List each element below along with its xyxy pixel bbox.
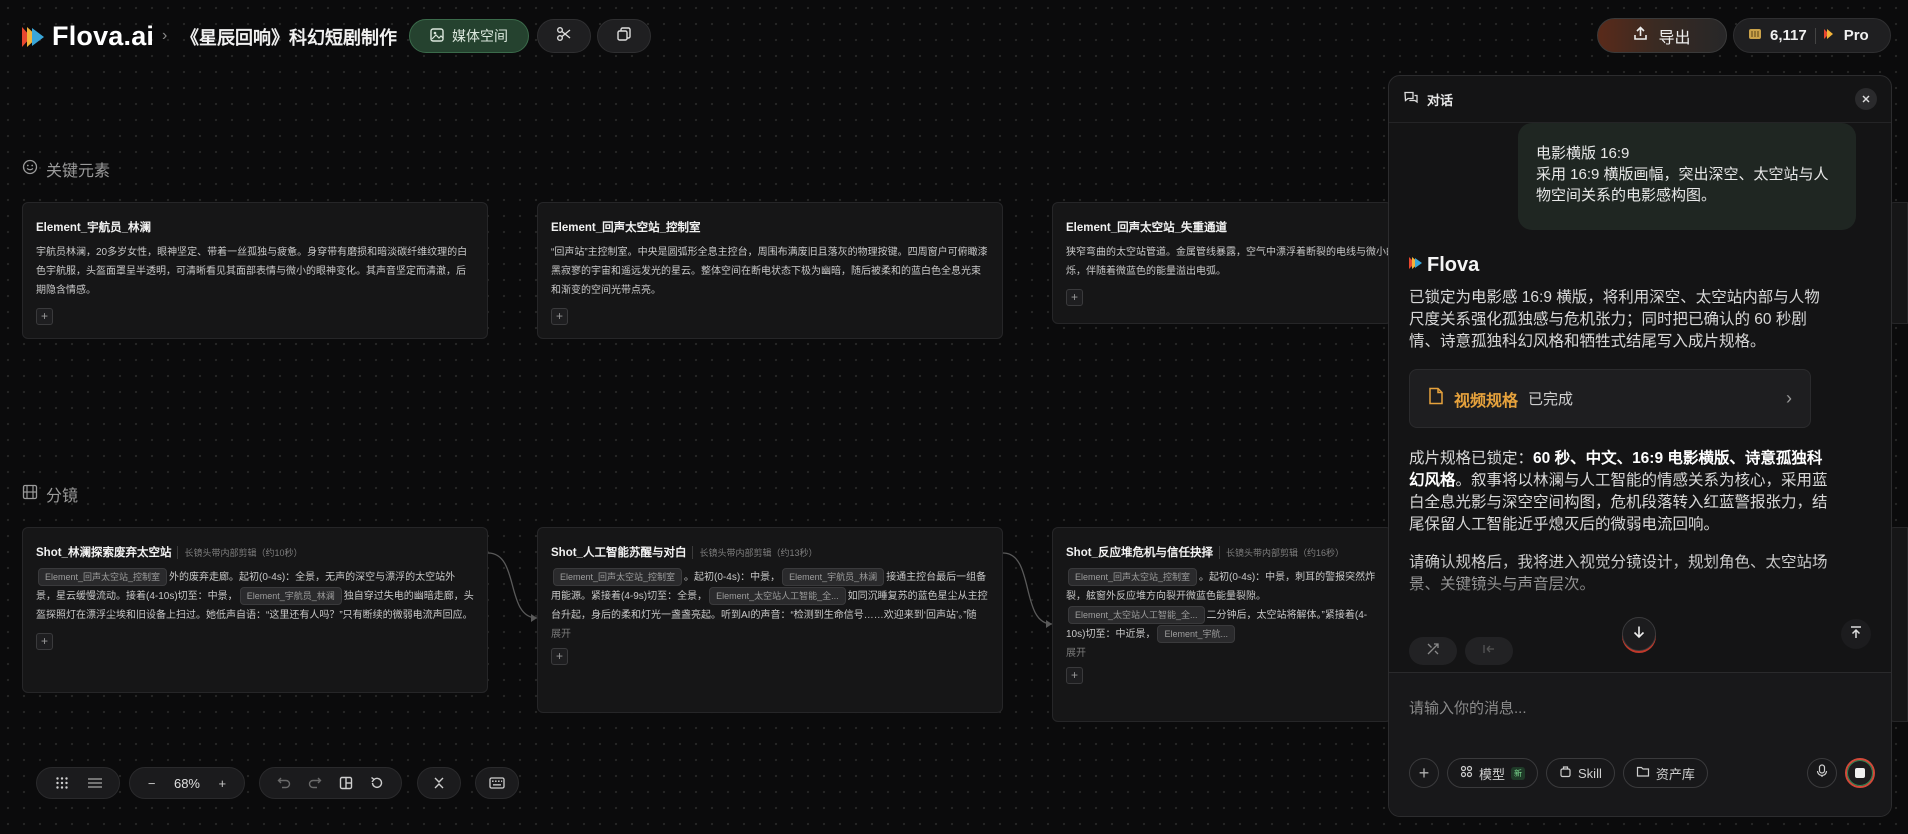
asset-library-label: 资产库 — [1655, 766, 1695, 782]
zoom-controls: − 68% + — [129, 767, 245, 799]
assistant-header: Flova — [1409, 254, 1829, 277]
skill-label: Skill — [1578, 765, 1602, 781]
user-message-body: 采用 16:9 横版画幅，突出深空、太空站与人物空间关系的电影感构图。 — [1536, 166, 1829, 204]
branch-button[interactable] — [1409, 637, 1457, 665]
stop-generation-button[interactable] — [1845, 758, 1875, 788]
message-input[interactable]: 请输入你的消息... — [1409, 697, 1527, 718]
keyboard-group — [475, 767, 519, 799]
redo-icon[interactable] — [303, 771, 327, 795]
element-chip[interactable]: Element_太空站人工智能_全... — [1068, 606, 1205, 625]
expand-link[interactable]: 展开 — [1066, 644, 1378, 659]
stop-icon — [1855, 768, 1865, 778]
expand-link[interactable]: 展开 — [551, 625, 989, 640]
shot-description: Element_回声太空站_控制室 。起初(0-4s)：中景， Element_宇航… — [551, 568, 989, 625]
shot-text: 。起初(0-4s)：中景， — [684, 572, 781, 583]
shot-title: Shot_人工智能苏醒与对白 — [551, 547, 687, 559]
view-toggle-group — [36, 767, 120, 799]
element-chip[interactable]: Element_回声太空站_控制室 — [38, 568, 168, 587]
element-chip[interactable]: Element_宇航员_林澜 — [782, 568, 885, 587]
voice-input-button[interactable] — [1807, 758, 1837, 788]
assistant-paragraph: 已锁定为电影感 16:9 横版，将利用深空、太空站内部与人物尺度关系强化孤独感与… — [1409, 289, 1820, 350]
element-chip[interactable]: Element_宇航... — [1157, 625, 1235, 644]
user-message-title: 电影横版 16:9 — [1536, 145, 1630, 162]
shot-duration: 长镜头带内部剪辑（约10秒） — [177, 545, 302, 559]
history-controls — [259, 767, 402, 799]
zoom-out-button[interactable]: − — [140, 771, 164, 795]
list-view-icon[interactable] — [83, 771, 107, 795]
zoom-level: 68% — [173, 775, 200, 791]
model-selector[interactable]: 模型 新 — [1447, 758, 1539, 788]
branch-icon — [1426, 642, 1440, 661]
assistant-paragraph: 请确认规格后，我将进入视觉分镜设计，规划角色、太空站场景、关键镜头与声音层次。 — [1409, 554, 1828, 593]
close-chat-button[interactable] — [1855, 88, 1877, 110]
element-chip[interactable]: Element_回声太空站_控制室 — [553, 568, 683, 587]
skill-selector[interactable]: Skill — [1546, 758, 1615, 788]
asset-library-selector[interactable]: 资产库 — [1622, 758, 1708, 788]
collapse-icon[interactable] — [427, 771, 451, 795]
layout-icon[interactable] — [334, 771, 358, 795]
zoom-in-button[interactable]: + — [210, 771, 234, 795]
rollback-icon — [1482, 642, 1496, 661]
shot-card-title: Shot_反应堆危机与信任抉择 长镜头带内部剪辑（约16秒） — [1066, 544, 1378, 560]
para2-rest: 。叙事将以林澜与人工智能的情感关系为核心，采用蓝白全息光影与深空空间构图，危机段… — [1409, 472, 1828, 533]
shot-card-title: Shot_林澜探索废弃太空站 长镜头带内部剪辑（约10秒） — [36, 544, 474, 560]
user-message: 电影横版 16:9 采用 16:9 横版画幅，突出深空、太空站与人物空间关系的电… — [1518, 123, 1856, 230]
plus-icon: + — [1418, 762, 1430, 783]
shot-description: Element_回声太空站_控制室 外的废弃走廊。起初(0-4s)：全景，无声的深… — [36, 568, 474, 625]
shot-duration: 长镜头带内部剪辑（约13秒） — [692, 545, 817, 559]
chat-panel: 对话 电影横版 16:9 采用 16:9 横版画幅，突出深空、太空站与人物空间关… — [1388, 75, 1892, 817]
chat-title: 对话 — [1427, 92, 1454, 108]
arrow-down-icon — [1632, 625, 1646, 644]
new-badge: 新 — [1511, 766, 1526, 780]
element-chip[interactable]: Element_太空站人工智能_全... — [709, 587, 846, 606]
chat-input-area: 请输入你的消息... + 模型 新 Skill 资产库 — [1389, 672, 1891, 816]
close-icon — [1861, 92, 1871, 107]
chevron-right-icon: › — [1786, 388, 1792, 408]
refresh-icon[interactable] — [365, 771, 389, 795]
spec-title: 视频规格 — [1454, 392, 1519, 410]
para2-prefix: 成片规格已锁定： — [1409, 450, 1534, 467]
scroll-down-button[interactable] — [1622, 617, 1656, 651]
arrow-top-icon — [1849, 625, 1863, 644]
shot-card-title: Shot_人工智能苏醒与对白 长镜头带内部剪辑（约13秒） — [551, 544, 989, 560]
microphone-icon — [1816, 763, 1828, 783]
element-chip[interactable]: Element_回声太空站_控制室 — [1068, 568, 1198, 587]
element-chip[interactable]: Element_宇航员_林澜 — [239, 587, 342, 606]
message-actions — [1409, 637, 1513, 665]
assistant-paragraph: 成片规格已锁定：60 秒、中文、16:9 电影横版、诗意孤独科幻风格。叙事将以林… — [1409, 448, 1829, 536]
assistant-message: Flova 已锁定为电影感 16:9 横版，将利用深空、太空站内部与人物尺度关系… — [1409, 254, 1829, 612]
grid-view-icon[interactable] — [50, 771, 74, 795]
shot-duration: 长镜头带内部剪辑（约16秒） — [1218, 545, 1344, 559]
spec-status: 已完成 — [1528, 391, 1574, 408]
document-icon — [1428, 387, 1444, 410]
add-button[interactable]: + — [36, 633, 53, 650]
shot-title: Shot_反应堆危机与信任抉择 — [1066, 547, 1213, 559]
model-grid-icon — [1460, 765, 1473, 781]
shot-card[interactable]: Shot_林澜探索废弃太空站 长镜头带内部剪辑（约10秒） Element_回声… — [22, 527, 488, 693]
undo-icon[interactable] — [272, 771, 296, 795]
model-label: 模型 — [1479, 766, 1506, 782]
shot-description: Element_回声太空站_控制室 。起初(0-4s)：中景，刺耳的警报突然炸裂，… — [1066, 568, 1386, 644]
chat-bubble-icon — [1403, 90, 1419, 109]
rollback-button[interactable] — [1465, 637, 1513, 665]
scroll-top-button[interactable] — [1841, 619, 1871, 649]
assistant-name: Flova — [1427, 254, 1480, 276]
add-button[interactable]: + — [1066, 667, 1083, 684]
video-spec-card[interactable]: 视频规格 已完成 › — [1409, 369, 1811, 428]
keyboard-icon[interactable] — [485, 771, 509, 795]
input-toolbar: + 模型 新 Skill 资产库 — [1409, 758, 1875, 788]
attach-button[interactable]: + — [1409, 758, 1439, 788]
collapse-group — [417, 767, 461, 799]
shot-card[interactable]: Shot_反应堆危机与信任抉择 长镜头带内部剪辑（约16秒） Element_回… — [1052, 527, 1392, 722]
folder-icon — [1636, 765, 1650, 781]
chat-header: 对话 — [1389, 76, 1891, 123]
shot-card[interactable]: Shot_人工智能苏醒与对白 长镜头带内部剪辑（约13秒） Element_回声… — [537, 527, 1003, 713]
flova-logo-icon — [1409, 255, 1425, 276]
add-button[interactable]: + — [551, 648, 568, 665]
skill-icon — [1559, 765, 1572, 781]
shot-title: Shot_林澜探索废弃太空站 — [36, 547, 172, 559]
